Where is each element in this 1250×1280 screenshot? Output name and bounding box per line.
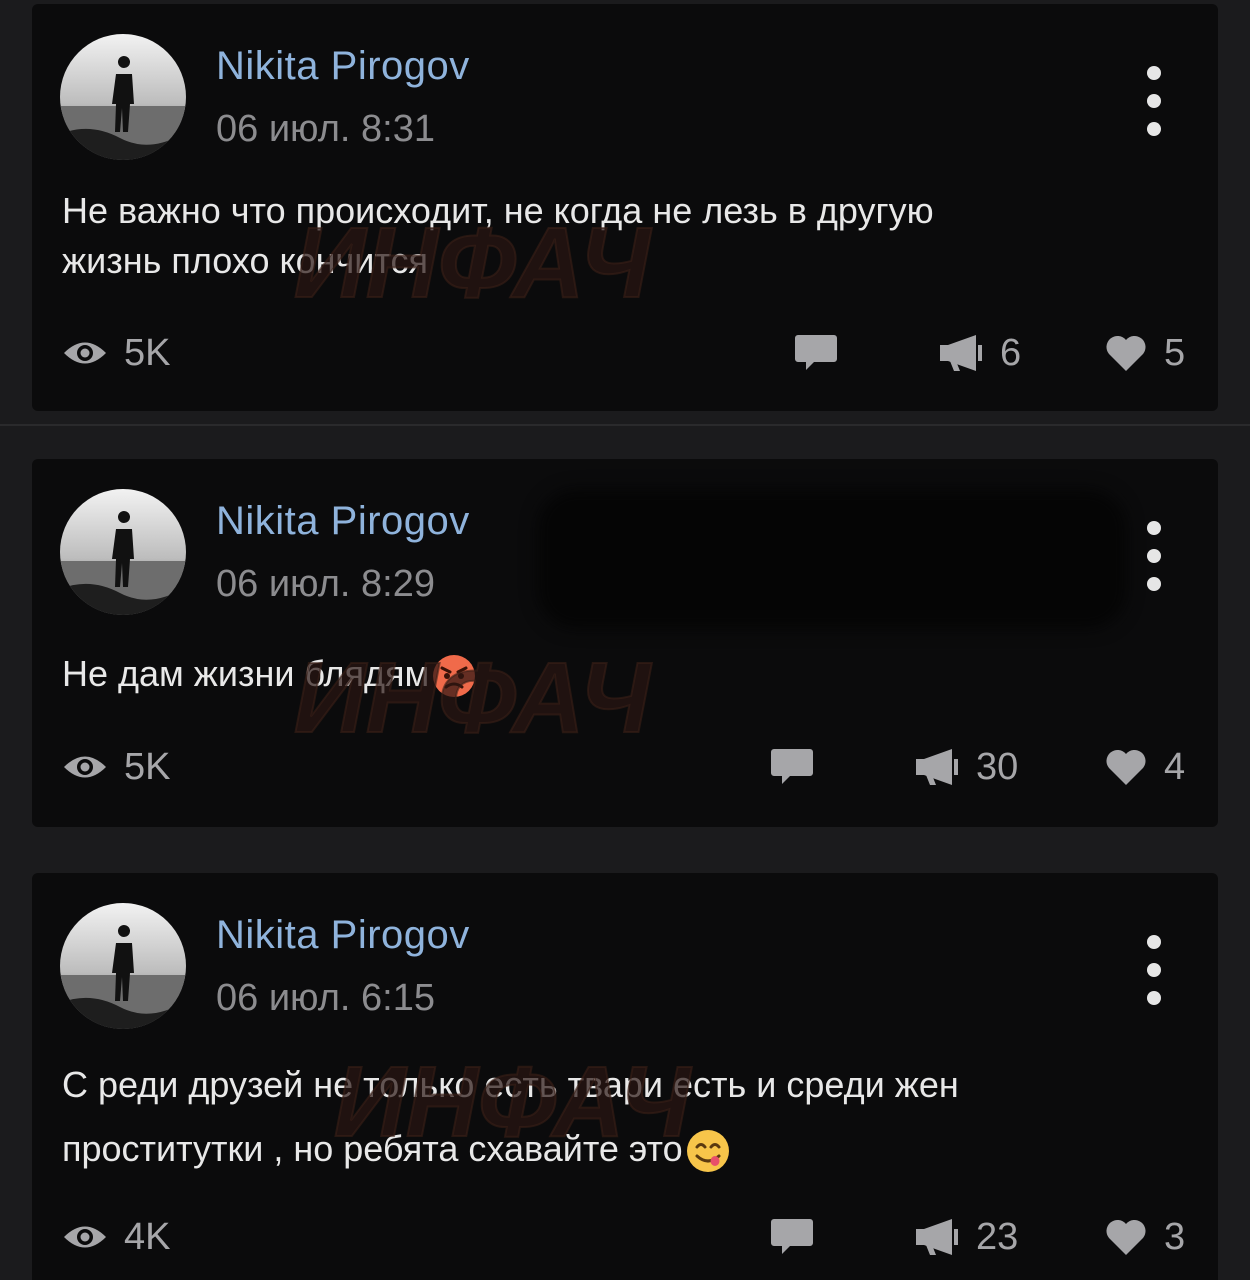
views-counter: 5K xyxy=(62,328,170,378)
more-options-icon[interactable] xyxy=(1138,521,1170,591)
redacted-area xyxy=(537,489,1127,629)
post-text-line: Не дам жизни блядям xyxy=(62,653,430,694)
post-text-line: проститутки , но ребята схавайте это xyxy=(62,1128,683,1169)
repost-count: 23 xyxy=(976,1215,1019,1258)
comment-button[interactable] xyxy=(770,1212,814,1262)
views-count: 5K xyxy=(124,745,171,788)
repost-count: 6 xyxy=(1000,331,1022,374)
megaphone-icon xyxy=(916,749,958,785)
like-button[interactable]: 5 xyxy=(1104,328,1185,378)
megaphone-icon xyxy=(916,1219,958,1255)
repost-button[interactable]: 30 xyxy=(914,742,1018,792)
post-text: Не важно что происходит, не когда не лез… xyxy=(62,186,1158,286)
repost-button[interactable]: 23 xyxy=(914,1212,1018,1262)
like-count: 3 xyxy=(1164,1215,1186,1258)
post-date: 06 июл. 6:15 xyxy=(216,977,435,1019)
views-count: 4K xyxy=(124,1215,171,1258)
yummy-face-icon xyxy=(686,1130,729,1173)
more-options-icon[interactable] xyxy=(1138,935,1170,1005)
avatar[interactable] xyxy=(60,34,186,160)
like-count: 4 xyxy=(1164,745,1186,788)
eye-icon xyxy=(64,342,106,364)
avatar[interactable] xyxy=(60,903,186,1029)
like-button[interactable]: 3 xyxy=(1104,1212,1185,1262)
post-date: 06 июл. 8:31 xyxy=(216,108,435,150)
feed: Nikita Pirogov 06 июл. 8:31 Не важно что… xyxy=(0,0,1250,1280)
author-name[interactable]: Nikita Pirogov xyxy=(216,913,470,958)
heart-icon xyxy=(1106,749,1146,785)
heart-icon xyxy=(1106,1219,1146,1255)
angry-face-icon xyxy=(433,655,476,698)
comment-icon xyxy=(771,749,813,784)
post-stats: 5K 6 5 xyxy=(62,328,1188,378)
views-counter: 5K xyxy=(62,742,170,792)
comment-icon xyxy=(771,1219,813,1254)
post-stats: 4K 23 3 xyxy=(62,1212,1188,1262)
post-card: Nikita Pirogov 06 июл. 8:31 Не важно что… xyxy=(32,4,1218,411)
comment-button[interactable] xyxy=(770,742,814,792)
comment-button[interactable] xyxy=(794,328,838,378)
more-options-icon[interactable] xyxy=(1138,66,1170,136)
author-name[interactable]: Nikita Pirogov xyxy=(216,44,470,89)
post-text-line: жизнь плохо кончится xyxy=(62,240,428,281)
avatar[interactable] xyxy=(60,489,186,615)
post-text-line: С реди друзей не только есть твари есть … xyxy=(62,1064,959,1105)
like-button[interactable]: 4 xyxy=(1104,742,1185,792)
like-count: 5 xyxy=(1164,331,1186,374)
eye-icon xyxy=(64,1226,106,1248)
repost-button[interactable]: 6 xyxy=(938,328,1021,378)
heart-icon xyxy=(1106,335,1146,371)
avatar-image xyxy=(60,34,186,160)
views-count: 5K xyxy=(124,331,171,374)
megaphone-icon xyxy=(940,335,982,371)
eye-icon xyxy=(64,756,106,778)
post-text: С реди друзей не только есть твари есть … xyxy=(62,1053,1158,1181)
author-name[interactable]: Nikita Pirogov xyxy=(216,499,470,544)
post-card: Nikita Pirogov 06 июл. 8:29 Не дам жизни… xyxy=(32,459,1218,827)
post-date: 06 июл. 8:29 xyxy=(216,563,435,605)
post-stats: 5K 30 4 xyxy=(62,742,1188,792)
post-text: Не дам жизни блядям xyxy=(62,649,1158,699)
post-card: Nikita Pirogov 06 июл. 6:15 С реди друзе… xyxy=(32,873,1218,1280)
post-text-line: Не важно что происходит, не когда не лез… xyxy=(62,190,934,231)
avatar-image xyxy=(60,903,186,1029)
views-counter: 4K xyxy=(62,1212,170,1262)
divider xyxy=(0,424,1250,426)
repost-count: 30 xyxy=(976,745,1019,788)
comment-icon xyxy=(795,335,837,370)
avatar-image xyxy=(60,489,186,615)
